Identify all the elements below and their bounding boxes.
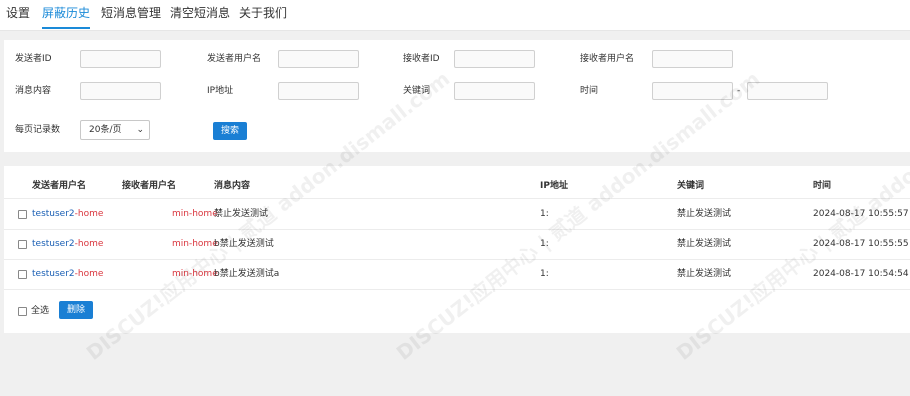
message-content: b禁止发送测试 [214,239,274,249]
time-separator: - [737,86,741,96]
content-label: 消息内容 [15,86,52,96]
row-checkbox[interactable] [18,240,27,249]
per-page-label: 每页记录数 [15,125,61,135]
timestamp: 2024-08-17 10:54:54 [813,269,909,279]
row-divider [4,289,910,290]
tab-about-us[interactable]: 关于我们 [239,0,287,29]
message-content: 禁止发送测试 [214,209,269,219]
content-input[interactable] [80,82,161,100]
per-page-select[interactable]: 20条/页 ⌄ [80,120,150,140]
row-checkbox[interactable] [18,270,27,279]
sender-id-input[interactable] [80,50,161,68]
col-header-content: 消息内容 [214,181,251,191]
chevron-down-icon: ⌄ [136,125,144,135]
receiver-id-label: 接收者ID [403,54,440,64]
receiver-link[interactable]: min-home [172,238,218,250]
select-all-checkbox[interactable] [18,307,27,316]
results-table: 发送者用户名 接收者用户名 消息内容 IP地址 关键词 时间 testuser2… [4,166,910,333]
sender-link[interactable]: testuser2-home [32,268,103,280]
col-header-ip: IP地址 [540,181,568,191]
keyword: 禁止发送测试 [677,239,732,249]
col-header-sender: 发送者用户名 [32,181,87,191]
ip-address: 1: [540,269,549,279]
col-header-time: 时间 [813,181,832,191]
timestamp: 2024-08-17 10:55:55 [813,239,909,249]
keyword: 禁止发送测试 [677,269,732,279]
ip-address: 1: [540,239,549,249]
sender-name-input[interactable] [278,50,359,68]
sender-name-label: 发送者用户名 [207,54,262,64]
per-page-value: 20条/页 [89,125,122,135]
receiver-link[interactable]: min-home [172,208,218,220]
search-panel: 发送者ID 发送者用户名 接收者ID 接收者用户名 消息内容 IP地址 关键词 … [4,40,910,152]
col-header-receiver: 接收者用户名 [122,181,177,191]
time-label: 时间 [580,86,599,96]
message-content: b禁止发送测试a [214,269,280,279]
time-start-input[interactable] [652,82,733,100]
select-all-label[interactable]: 全选 [31,305,49,317]
delete-button[interactable]: 删除 [59,301,93,319]
table-row: testuser2-home min-home b禁止发送测试a 1: 禁止发送… [4,259,910,289]
keyword: 禁止发送测试 [677,209,732,219]
receiver-id-input[interactable] [454,50,535,68]
tab-clear-messages[interactable]: 清空短消息 [170,0,230,29]
ip-label: IP地址 [207,86,234,96]
ip-input[interactable] [278,82,359,100]
row-checkbox[interactable] [18,210,27,219]
sender-link[interactable]: testuser2-home [32,238,103,250]
ip-address: 1: [540,209,549,219]
tab-block-history[interactable]: 屏蔽历史 [42,0,91,29]
keyword-label: 关键词 [403,86,431,96]
receiver-name-input[interactable] [652,50,733,68]
tab-settings[interactable]: 设置 [6,0,30,29]
keyword-input[interactable] [454,82,535,100]
timestamp: 2024-08-17 10:55:57 [813,209,909,219]
table-row: testuser2-home min-home b禁止发送测试 1: 禁止发送测… [4,229,910,259]
top-nav: 设置 屏蔽历史 短消息管理 清空短消息 关于我们 [0,0,910,31]
tab-message-management[interactable]: 短消息管理 [101,0,161,29]
receiver-link[interactable]: min-home [172,268,218,280]
receiver-name-label: 接收者用户名 [580,54,635,64]
search-button[interactable]: 搜索 [213,122,247,140]
sender-id-label: 发送者ID [15,54,52,64]
sender-link[interactable]: testuser2-home [32,208,103,220]
col-header-keyword: 关键词 [677,181,705,191]
table-row: testuser2-home min-home 禁止发送测试 1: 禁止发送测试… [4,199,910,229]
time-end-input[interactable] [747,82,828,100]
